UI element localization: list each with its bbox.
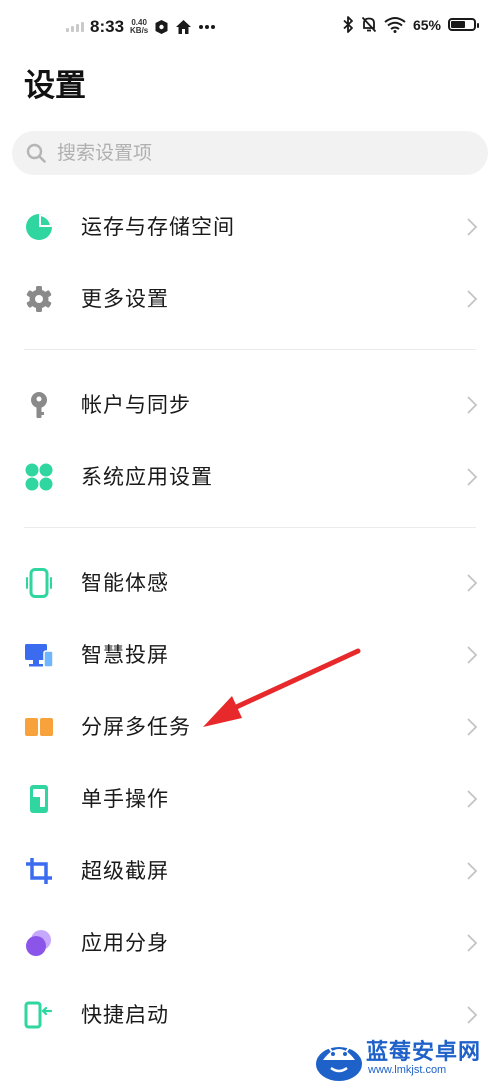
watermark-url: www.lmkjst.com [368,1064,447,1076]
annotation-arrow [203,648,361,727]
android-logo-icon [316,1045,362,1081]
watermark-text: 蓝莓安卓网 [366,1040,482,1065]
watermark: 蓝莓安卓网 www.lmkjst.com [314,1030,500,1084]
